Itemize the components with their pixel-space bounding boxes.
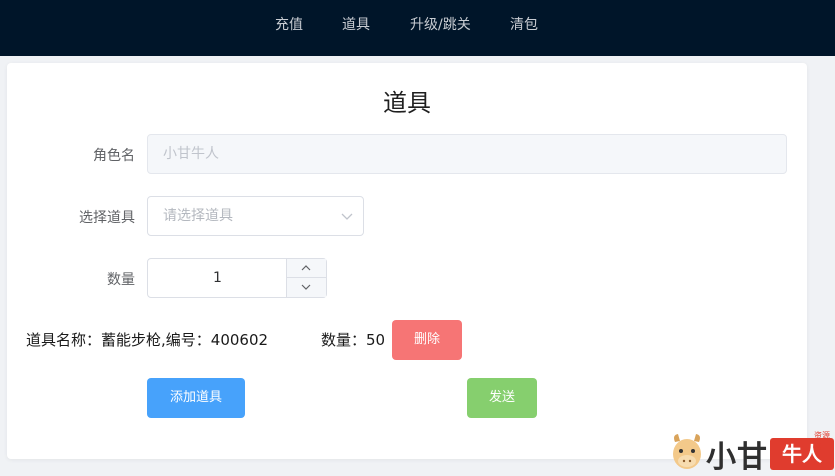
quantity-label: 数量 xyxy=(107,272,135,288)
chevron-up-icon xyxy=(301,265,311,271)
item-count-row: 数量：50 xyxy=(321,329,385,351)
nav-item-props[interactable]: 道具 xyxy=(342,0,370,56)
watermark-text: 小甘 xyxy=(706,440,768,475)
chevron-down-icon xyxy=(341,213,353,220)
prop-select-placeholder: 请选择道具 xyxy=(163,208,233,224)
props-form-card: 道具 角色名 小甘牛人 选择道具 请选择道具 数量 1 道具名称：蓄能步枪,编号 xyxy=(7,63,807,459)
nav-item-recharge[interactable]: 充值 xyxy=(275,0,303,56)
page-title: 道具 xyxy=(383,89,431,117)
item-name-value: 蓄能步枪,编号：400602 xyxy=(101,331,269,349)
item-count-value: 50 xyxy=(366,331,386,349)
prop-select[interactable]: 请选择道具 xyxy=(147,196,364,236)
nav-item-upgrade[interactable]: 升级/跳关 xyxy=(410,0,471,56)
item-name-label: 道具名称： xyxy=(26,331,102,349)
chevron-down-icon xyxy=(301,284,311,290)
role-name-placeholder: 小甘牛人 xyxy=(163,146,219,162)
quantity-stepper[interactable]: 1 xyxy=(147,258,327,298)
item-count-label: 数量： xyxy=(321,331,367,349)
select-prop-label: 选择道具 xyxy=(79,210,135,226)
quantity-value[interactable]: 1 xyxy=(148,259,287,297)
stepper-controls xyxy=(286,259,326,297)
role-name-label: 角色名 xyxy=(93,148,135,164)
watermark-logo: 小甘 牛人 资源网 xyxy=(664,430,835,476)
top-navbar: 充值 道具 升级/跳关 清包 xyxy=(0,0,835,56)
bull-mascot-icon xyxy=(673,434,701,469)
add-prop-button[interactable]: 添加道具 xyxy=(147,378,245,418)
stepper-decrease-button[interactable] xyxy=(287,278,326,297)
stepper-increase-button[interactable] xyxy=(287,259,326,278)
nav-item-clear-bag[interactable]: 清包 xyxy=(510,0,538,56)
watermark-small-text: 资源网 xyxy=(814,431,830,451)
role-name-input: 小甘牛人 xyxy=(147,134,787,174)
item-name-row: 道具名称：蓄能步枪,编号：400602 xyxy=(26,329,268,351)
send-button[interactable]: 发送 xyxy=(467,378,537,418)
delete-button[interactable]: 删除 xyxy=(392,320,462,360)
